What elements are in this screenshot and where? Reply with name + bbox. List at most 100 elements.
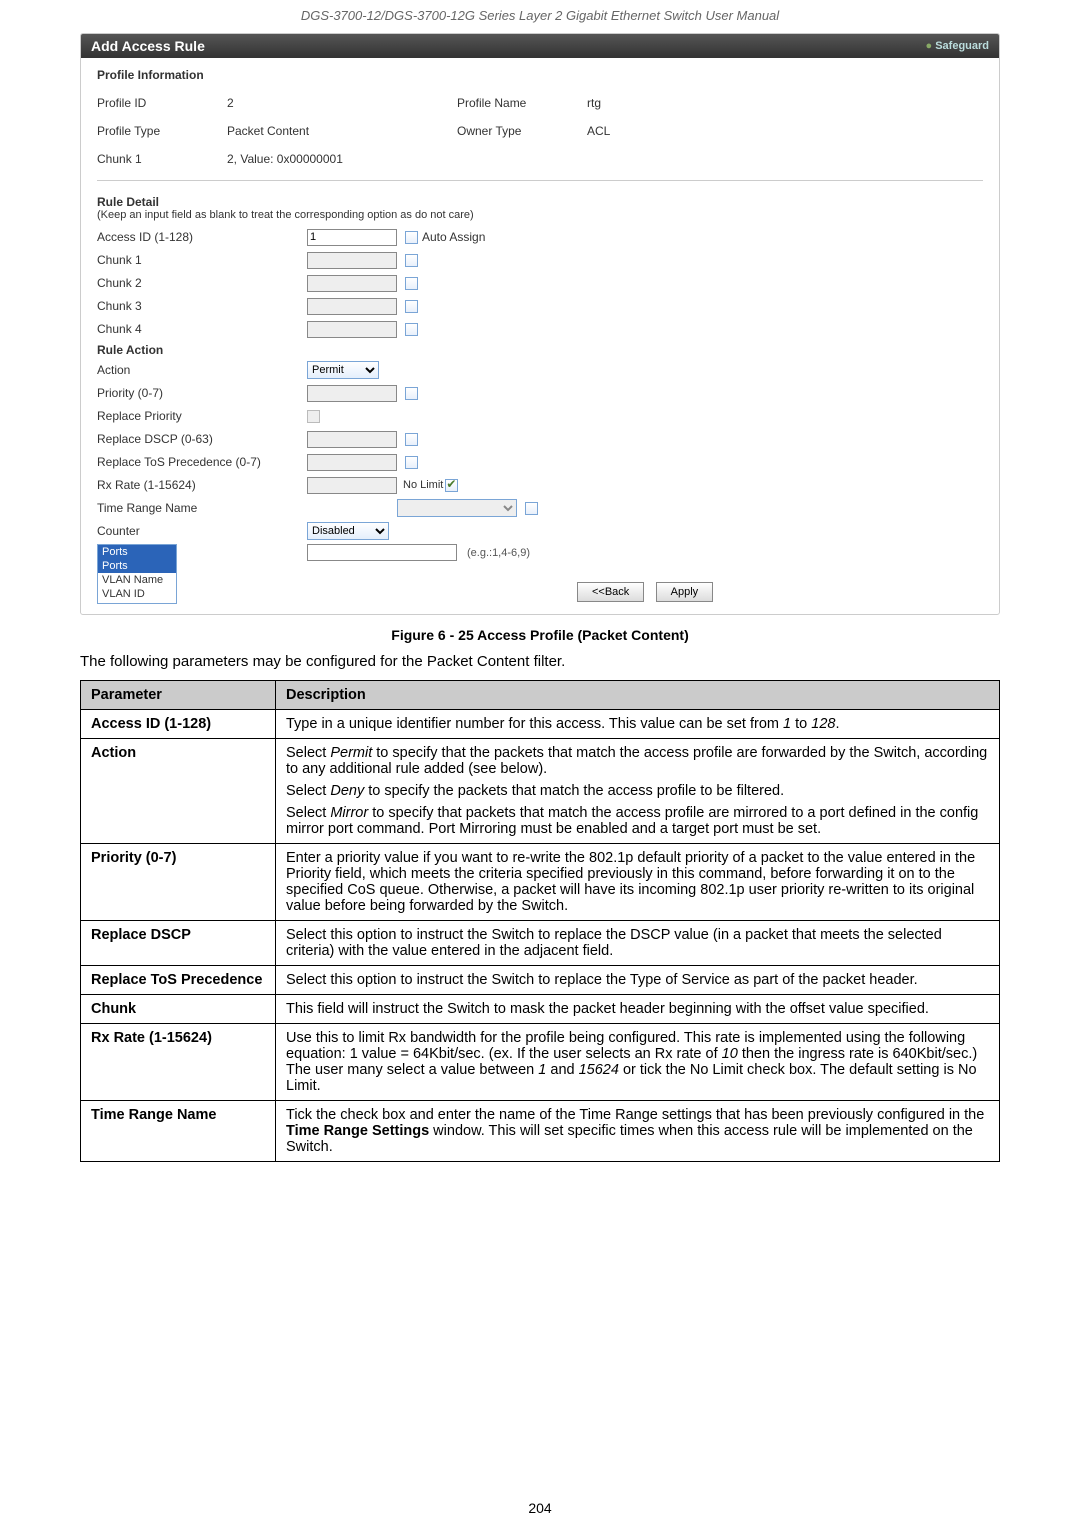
chunk1-label: Chunk 1 — [97, 152, 227, 166]
row-replace-tos: Replace ToS Precedence (0-7) — [97, 452, 983, 472]
add-access-rule-panel: Add Access Rule Safeguard Profile Inform… — [80, 33, 1000, 615]
table-row: Action Select Permit to specify that the … — [81, 739, 1000, 844]
th-parameter: Parameter — [81, 681, 276, 710]
param-desc-paragraph: Select this option to instruct the Switc… — [286, 927, 989, 959]
chunk4-checkbox[interactable] — [405, 323, 418, 336]
priority-label: Priority (0-7) — [97, 386, 307, 400]
chunk1-value: 2, Value: 0x00000001 — [227, 152, 457, 166]
th-description: Description — [276, 681, 1000, 710]
profile-info-heading: Profile Information — [97, 68, 983, 82]
action-select[interactable]: Permit — [307, 361, 379, 379]
row-profile-id: Profile ID 2 Profile Name rtg — [97, 96, 983, 110]
param-desc-paragraph: Select Deny to specify the packets that … — [286, 783, 989, 799]
replace-tos-input[interactable] — [307, 454, 397, 471]
profile-name-value: rtg — [587, 96, 817, 110]
chunk3-lbl: Chunk 3 — [97, 299, 307, 313]
param-name-cell: Replace ToS Precedence — [81, 966, 276, 995]
doc-header: DGS-3700-12/DGS-3700-12G Series Layer 2 … — [0, 0, 1080, 23]
table-row: Rx Rate (1-15624)Use this to limit Rx ba… — [81, 1024, 1000, 1101]
row-access-id: Access ID (1-128) Auto Assign — [97, 227, 983, 247]
time-range-label: Time Range Name — [97, 501, 307, 515]
separator — [97, 180, 983, 181]
replace-priority-checkbox[interactable] — [307, 410, 320, 423]
param-name-cell: Replace DSCP — [81, 921, 276, 966]
rx-rate-input[interactable] — [307, 477, 397, 494]
table-row: Access ID (1-128) Type in a unique identi… — [81, 710, 1000, 739]
chunk3-input[interactable] — [307, 298, 397, 315]
replace-priority-label: Replace Priority — [97, 409, 307, 423]
row-replace-priority: Replace Priority — [97, 406, 983, 426]
ports-option-ports-sel[interactable]: Ports — [98, 545, 176, 559]
priority-checkbox[interactable] — [405, 387, 418, 400]
rule-detail-heading: Rule Detail — [97, 195, 983, 209]
param-name-cell: Chunk — [81, 995, 276, 1024]
row-chunk-2: Chunk 2 — [97, 273, 983, 293]
ports-option-vlan-name[interactable]: VLAN Name — [98, 573, 176, 587]
rule-action-heading: Rule Action — [97, 343, 983, 357]
param-desc-cell: Select Permit to specify that the packet… — [276, 739, 1000, 844]
param-name-cell: Access ID (1-128) — [81, 710, 276, 739]
row-chunk1: Chunk 1 2, Value: 0x00000001 — [97, 152, 983, 166]
ports-text-input[interactable] — [307, 544, 457, 561]
row-priority: Priority (0-7) — [97, 383, 983, 403]
row-chunk-4: Chunk 4 — [97, 319, 983, 339]
auto-assign-checkbox[interactable] — [405, 231, 418, 244]
table-row: Time Range NameTick the check box and en… — [81, 1101, 1000, 1162]
chunk4-input[interactable] — [307, 321, 397, 338]
panel-title-bar: Add Access Rule Safeguard — [81, 34, 999, 58]
param-desc-cell: Select this option to instruct the Switc… — [276, 966, 1000, 995]
chunk3-checkbox[interactable] — [405, 300, 418, 313]
chunk2-checkbox[interactable] — [405, 277, 418, 290]
replace-dscp-input[interactable] — [307, 431, 397, 448]
ports-eg-label: (e.g.:1,4-6,9) — [467, 547, 530, 559]
param-desc-paragraph: Type in a unique identifier number for t… — [286, 716, 989, 732]
param-desc-paragraph: Select Mirror to specify that packets th… — [286, 805, 989, 837]
action-label: Action — [97, 363, 307, 377]
ports-option-ports2[interactable]: Ports — [98, 559, 176, 573]
priority-input[interactable] — [307, 385, 397, 402]
ports-listbox[interactable]: Ports Ports VLAN Name VLAN ID — [97, 544, 177, 604]
param-desc-paragraph: Tick the check box and enter the name of… — [286, 1107, 989, 1155]
access-id-input[interactable] — [307, 229, 397, 246]
time-range-checkbox[interactable] — [525, 502, 538, 515]
time-range-select[interactable] — [397, 499, 517, 517]
chunk2-lbl: Chunk 2 — [97, 276, 307, 290]
replace-tos-label: Replace ToS Precedence (0-7) — [97, 455, 307, 469]
profile-id-value: 2 — [227, 96, 457, 110]
param-desc-paragraph: Enter a priority value if you want to re… — [286, 850, 989, 914]
row-replace-dscp: Replace DSCP (0-63) — [97, 429, 983, 449]
param-desc-cell: Tick the check box and enter the name of… — [276, 1101, 1000, 1162]
owner-type-label: Owner Type — [457, 124, 587, 138]
row-profile-type: Profile Type Packet Content Owner Type A… — [97, 124, 983, 138]
profile-type-value: Packet Content — [227, 124, 457, 138]
chunk2-input[interactable] — [307, 275, 397, 292]
ports-option-vlan-id[interactable]: VLAN ID — [98, 587, 176, 601]
profile-type-label: Profile Type — [97, 124, 227, 138]
param-name-cell: Action — [81, 739, 276, 844]
counter-select[interactable]: Disabled — [307, 522, 389, 540]
no-limit-checkbox[interactable] — [445, 479, 458, 492]
table-row: Replace ToS PrecedenceSelect this option… — [81, 966, 1000, 995]
replace-tos-checkbox[interactable] — [405, 456, 418, 469]
apply-button[interactable]: Apply — [656, 582, 714, 602]
param-desc-cell: This field will instruct the Switch to m… — [276, 995, 1000, 1024]
no-limit-label: No Limit — [403, 479, 443, 491]
auto-assign-label: Auto Assign — [422, 230, 485, 244]
table-row: Chunk This field will instruct the Switch… — [81, 995, 1000, 1024]
param-desc-paragraph: Use this to limit Rx bandwidth for the p… — [286, 1030, 989, 1094]
back-button[interactable]: <<Back — [577, 582, 644, 602]
safeguard-icon: Safeguard — [926, 40, 990, 52]
row-counter: Counter Disabled — [97, 521, 983, 541]
chunk1-input[interactable] — [307, 252, 397, 269]
param-desc-paragraph: This field will instruct the Switch to m… — [286, 1001, 989, 1017]
profile-id-label: Profile ID — [97, 96, 227, 110]
param-desc-cell: Type in a unique identifier number for t… — [276, 710, 1000, 739]
chunk1-checkbox[interactable] — [405, 254, 418, 267]
param-desc-cell: Enter a priority value if you want to re… — [276, 844, 1000, 921]
table-row: Replace DSCP Select this option to instru… — [81, 921, 1000, 966]
param-name-cell: Rx Rate (1-15624) — [81, 1024, 276, 1101]
replace-dscp-checkbox[interactable] — [405, 433, 418, 446]
figure-caption: Figure 6 - 25 Access Profile (Packet Con… — [0, 627, 1080, 643]
param-desc-paragraph: Select Permit to specify that the packet… — [286, 745, 989, 777]
parameter-table: Parameter Description Access ID (1-128) T… — [80, 680, 1000, 1162]
